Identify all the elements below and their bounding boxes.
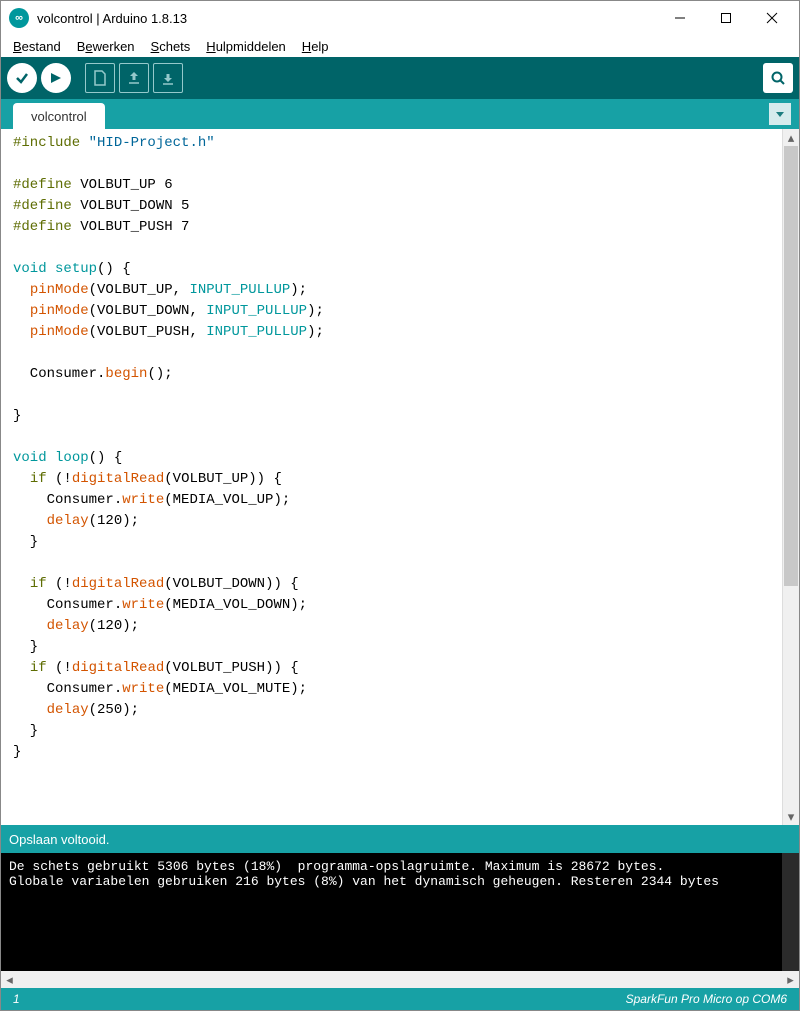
scroll-left-icon[interactable]: ◂ (1, 971, 18, 988)
title-bar: ∞ volcontrol | Arduino 1.8.13 (1, 1, 799, 35)
editor-area: #include "HID-Project.h" #define VOLBUT_… (1, 129, 799, 825)
window-title: volcontrol | Arduino 1.8.13 (37, 11, 657, 26)
upload-button[interactable] (41, 63, 71, 93)
footer-status-bar: 1 SparkFun Pro Micro op COM6 (1, 988, 799, 1010)
tab-menu-button[interactable] (769, 103, 791, 125)
open-button[interactable] (119, 63, 149, 93)
arduino-logo-icon: ∞ (9, 8, 29, 28)
new-button[interactable] (85, 63, 115, 93)
console-vertical-scrollbar[interactable] (782, 853, 799, 971)
menu-bar: Bestand Bewerken Schets Hulpmiddelen Hel… (1, 35, 799, 57)
tab-strip: volcontrol (1, 99, 799, 129)
console-output[interactable]: De schets gebruikt 5306 bytes (18%) prog… (1, 853, 799, 971)
menu-bestand[interactable]: Bestand (5, 37, 69, 56)
toolbar (1, 57, 799, 99)
console-line-2: Globale variabelen gebruiken 216 bytes (… (9, 874, 719, 889)
minimize-button[interactable] (657, 1, 703, 35)
editor-vertical-scrollbar[interactable]: ▴ ▾ (782, 129, 799, 825)
scroll-right-icon[interactable]: ▸ (782, 971, 799, 988)
menu-schets[interactable]: Schets (143, 37, 199, 56)
code-editor[interactable]: #include "HID-Project.h" #define VOLBUT_… (1, 129, 782, 825)
scroll-thumb[interactable] (784, 146, 798, 586)
serial-monitor-button[interactable] (763, 63, 793, 93)
board-info: SparkFun Pro Micro op COM6 (626, 992, 787, 1006)
scroll-down-icon[interactable]: ▾ (783, 808, 799, 825)
save-button[interactable] (153, 63, 183, 93)
status-message: Opslaan voltooid. (9, 832, 109, 847)
build-status-bar: Opslaan voltooid. (1, 825, 799, 853)
console-line-1: De schets gebruikt 5306 bytes (18%) prog… (9, 859, 664, 874)
tab-volcontrol[interactable]: volcontrol (13, 103, 105, 129)
verify-button[interactable] (7, 63, 37, 93)
menu-help[interactable]: Help (294, 37, 337, 56)
scroll-track[interactable] (18, 971, 782, 988)
maximize-button[interactable] (703, 1, 749, 35)
line-number: 1 (13, 992, 20, 1006)
tab-label: volcontrol (31, 109, 87, 124)
window-controls (657, 1, 795, 35)
menu-hulpmiddelen[interactable]: Hulpmiddelen (198, 37, 294, 56)
menu-bewerken[interactable]: Bewerken (69, 37, 143, 56)
close-button[interactable] (749, 1, 795, 35)
horizontal-scrollbar[interactable]: ◂ ▸ (1, 971, 799, 988)
scroll-up-icon[interactable]: ▴ (783, 129, 799, 146)
